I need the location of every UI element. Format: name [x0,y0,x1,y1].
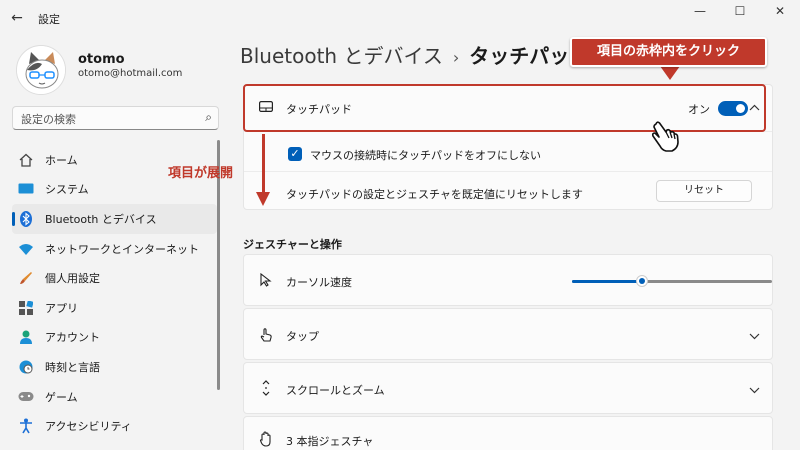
keep-touchpad-on-checkbox[interactable]: ✓ [288,147,302,161]
reset-description: タッチパッドの設定とジェスチャを既定値にリセットします [286,188,583,201]
breadcrumb-parent[interactable]: Bluetooth とデバイス [240,44,443,68]
maximize-button[interactable]: ☐ [720,0,760,24]
sidebar-item-label: ホーム [45,153,78,167]
sidebar-item-label: アクセシビリティ [45,420,132,434]
title-bar: ← 設定 — ☐ ✕ [0,0,800,36]
keep-touchpad-on-label: マウスの接続時にタッチパッドをオフにしない [310,149,541,162]
sidebar-item-label: Bluetooth とデバイス [45,212,157,226]
breadcrumb-separator-icon: › [452,48,460,67]
scroll-zoom-card[interactable]: スクロールとズーム [243,362,773,414]
annotation-callout: 項目の赤枠内をクリック [570,37,767,67]
sidebar-item-time-language[interactable]: 時刻と言語 [12,352,217,382]
sidebar-item-gaming[interactable]: ゲーム [12,382,217,412]
keep-touchpad-on-row: ✓ マウスの接続時にタッチパッドをオフにしない [244,132,772,168]
account-icon [18,329,34,345]
cursor-speed-slider[interactable] [572,275,772,287]
globe-clock-icon [18,359,34,375]
close-button[interactable]: ✕ [760,0,800,24]
tap-card[interactable]: タップ [243,308,773,360]
sidebar-item-bluetooth[interactable]: Bluetooth とデバイス [12,204,217,234]
accessibility-icon [18,418,34,434]
sidebar-nav: ホーム システム Bluetooth とデバイス ネットワークとインターネット … [12,145,217,441]
brush-icon [18,270,34,286]
three-finger-card[interactable]: 3 本指ジェスチャ [243,416,773,450]
sidebar-item-label: 個人用設定 [45,272,100,286]
search-placeholder: 設定の検索 [21,113,76,126]
annotation-highlight-box [243,84,766,132]
cursor-speed-label: カーソル速度 [286,276,352,289]
annotation-expand-text: 項目が展開 [168,166,234,181]
three-finger-label: 3 本指ジェスチャ [286,435,374,448]
slider-thumb[interactable] [636,275,648,287]
annotation-arrow-line [262,134,265,194]
sidebar-item-label: ネットワークとインターネット [45,242,199,256]
user-email: otomo@hotmail.com [78,68,183,79]
hand-cursor-icon [648,118,684,154]
avatar[interactable] [16,45,66,95]
slider-fill [572,280,642,283]
bluetooth-icon [18,210,34,227]
apps-icon [18,300,34,316]
chevron-down-icon[interactable] [749,329,760,343]
tap-label: タップ [286,330,319,343]
scroll-arrows-icon [258,379,274,401]
pointer-icon [258,272,274,291]
three-finger-hand-icon [258,431,274,450]
sidebar-item-accounts[interactable]: アカウント [12,323,217,353]
cursor-speed-card: カーソル速度 [243,254,773,306]
scroll-zoom-label: スクロールとズーム [286,384,385,397]
gamepad-icon [18,389,34,405]
search-icon[interactable]: ⌕ [205,110,212,125]
minimize-button[interactable]: — [680,0,720,24]
wifi-icon [18,241,34,257]
reset-row: タッチパッドの設定とジェスチャを既定値にリセットします リセット [244,172,772,211]
tap-hand-icon [258,327,274,347]
user-name: otomo [78,52,125,67]
sidebar-item-label: ゲーム [45,390,78,404]
breadcrumb: Bluetooth とデバイス › タッチパッド [240,40,589,69]
system-icon [18,181,34,197]
home-icon [18,152,34,168]
chevron-down-icon[interactable] [749,383,760,397]
sidebar-item-personalization[interactable]: 個人用設定 [12,263,217,293]
search-input[interactable]: 設定の検索 ⌕ [12,106,219,130]
section-title-gestures: ジェスチャーと操作 [243,238,342,251]
sidebar-item-label: システム [45,183,89,197]
cat-avatar-icon [17,46,65,94]
app-title: 設定 [38,13,60,26]
sidebar-item-label: 時刻と言語 [45,360,100,374]
window-controls: — ☐ ✕ [680,0,800,24]
sidebar-item-network[interactable]: ネットワークとインターネット [12,234,217,264]
sidebar-item-accessibility[interactable]: アクセシビリティ [12,411,217,441]
sidebar-item-label: アプリ [45,301,78,315]
annotation-callout-tail [660,66,680,80]
sidebar-item-label: アカウント [45,331,100,345]
sidebar-item-apps[interactable]: アプリ [12,293,217,323]
annotation-arrow-head [256,192,270,206]
back-arrow-icon[interactable]: ← [6,8,28,28]
reset-button[interactable]: リセット [656,180,752,202]
